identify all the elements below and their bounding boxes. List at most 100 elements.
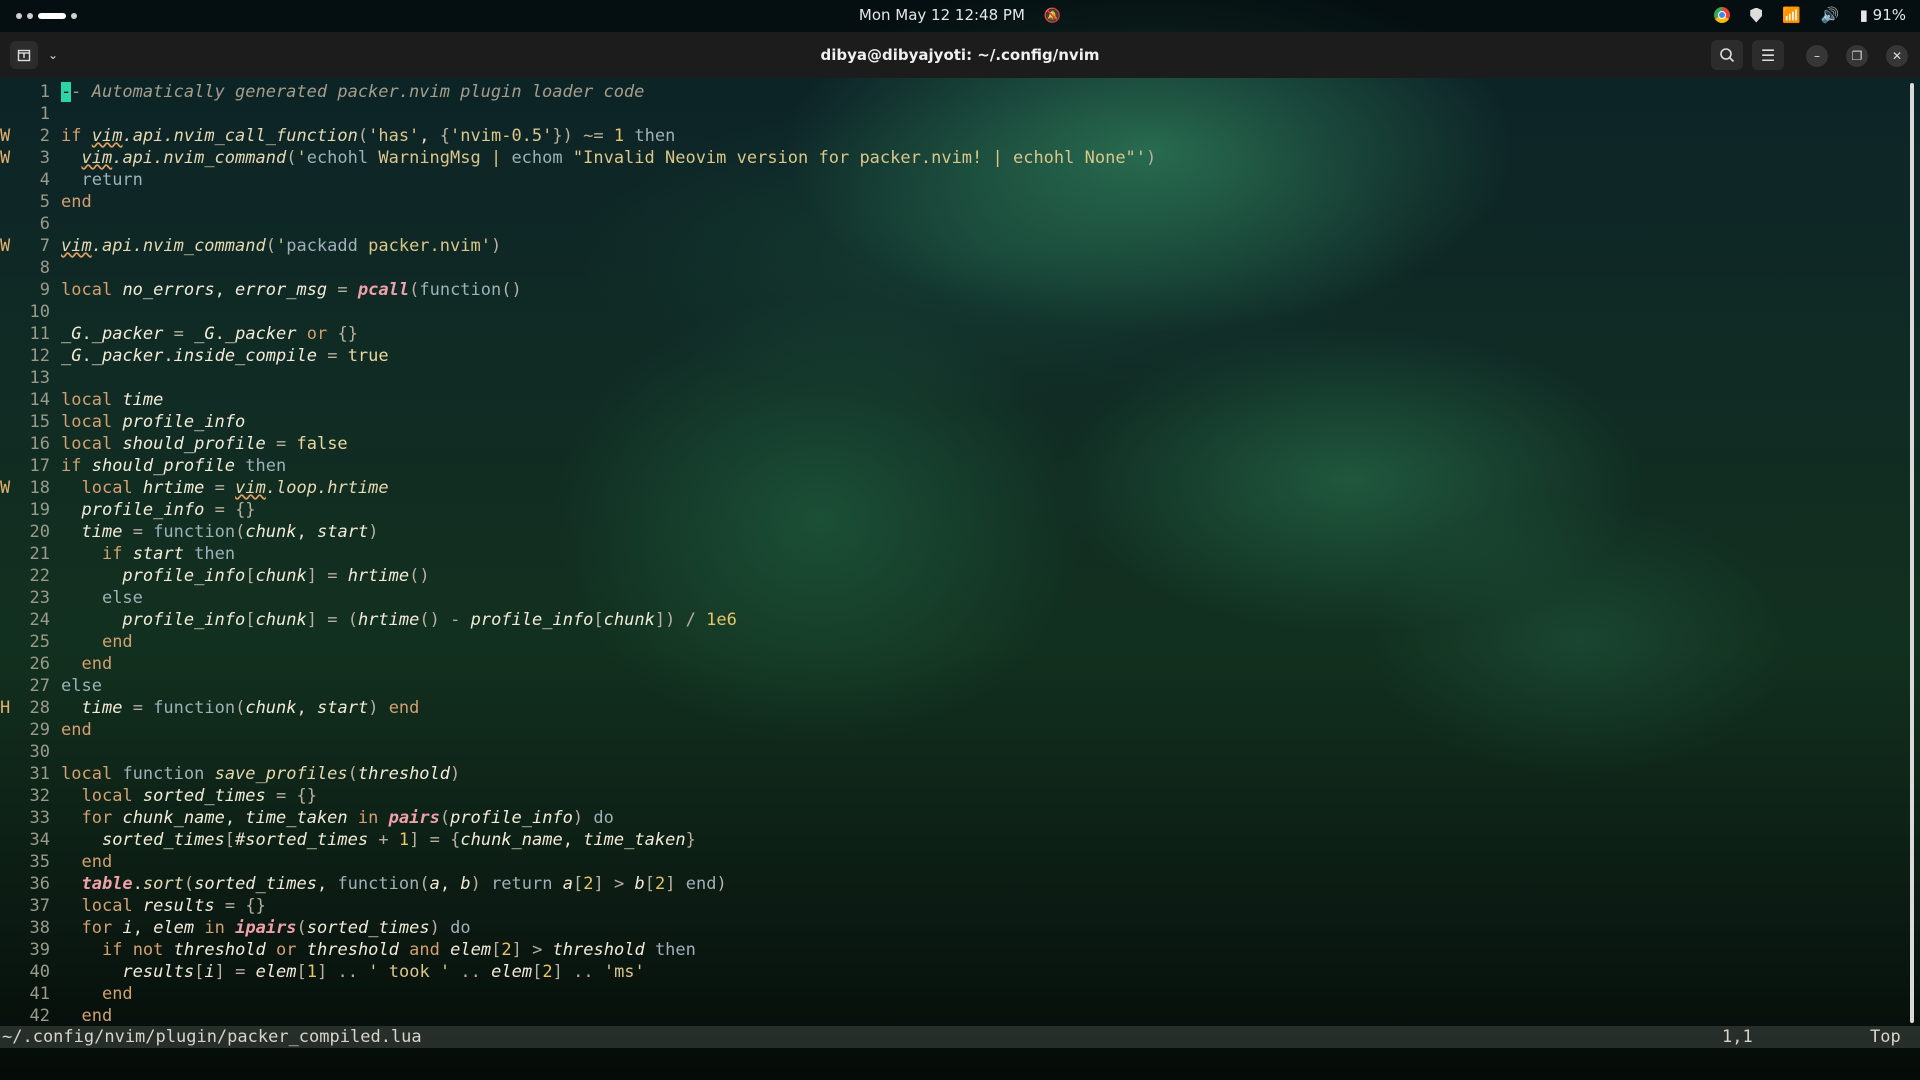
code-line[interactable]: 15 local profile_info [0,411,1900,433]
code-text[interactable]: profile_info[chunk] = hrtime() [61,565,429,587]
code-line[interactable]: W 3 vim.api.nvim_command('echohl WarningM… [0,147,1900,169]
code-line[interactable]: W 2 if vim.api.nvim_call_function('has', {… [0,125,1900,147]
code-line[interactable]: 39 if not threshold or threshold and ele… [0,939,1900,961]
code-text[interactable]: vim.api.nvim_command('packadd packer.nvi… [61,235,501,257]
code-text[interactable]: local results = {} [61,895,265,917]
code-text[interactable]: if not threshold or threshold and elem[2… [61,939,696,961]
code-text[interactable]: profile_info = {} [61,499,255,521]
code-line[interactable]: 42 end [0,1005,1900,1027]
code-line[interactable]: 8 [0,257,1900,279]
code-text[interactable]: end [61,983,133,1005]
code-line[interactable]: 19 profile_info = {} [0,499,1900,521]
code-text[interactable]: local hrtime = vim.loop.hrtime [61,477,388,499]
line-number: 26 [29,654,50,674]
code-line[interactable]: 4 return [0,169,1900,191]
battery-status[interactable]: ▮ 91% [1860,6,1906,24]
code-text[interactable]: end [61,653,112,675]
close-button[interactable]: ✕ [1886,45,1908,67]
code-text[interactable]: sorted_times[#sorted_times + 1] = {chunk… [61,829,696,851]
code-line[interactable]: 36 table.sort(sorted_times, function(a, … [0,873,1900,895]
code-text[interactable]: profile_info[chunk] = (hrtime() - profil… [61,609,736,631]
clock[interactable]: Mon May 12 12:48 PM 🔕 [0,6,1920,24]
code-line[interactable]: 20 time = function(chunk, start) [0,521,1900,543]
code-text[interactable]: time = function(chunk, start) [61,521,378,543]
status-line: ~/.config/nvim/plugin/packer_compiled.lu… [0,1026,1920,1048]
code-line[interactable]: 33 for chunk_name, time_taken in pairs(p… [0,807,1900,829]
code-text[interactable]: return [61,169,142,191]
line-number: 33 [29,808,50,828]
code-line[interactable]: 9 local no_errors, error_msg = pcall(func… [0,279,1900,301]
system-tray[interactable]: 📶 🔊 ▮ 91% [1714,6,1906,24]
main-menu-button[interactable]: ☰ [1752,40,1784,70]
code-text[interactable]: results[i] = elem[1] .. ' took ' .. elem… [61,961,644,983]
code-text[interactable]: if start then [61,543,235,565]
code-line[interactable]: 1 [0,103,1900,125]
code-line[interactable]: 5 end [0,191,1900,213]
code-line[interactable]: 6 [0,213,1900,235]
code-line[interactable]: 16 local should_profile = false [0,433,1900,455]
code-text[interactable]: _G._packer.inside_compile = true [61,345,389,367]
code-text[interactable]: local sorted_times = {} [61,785,317,807]
code-text[interactable]: local time [61,389,163,411]
code-line[interactable]: 14 local time [0,389,1900,411]
code-line[interactable]: H 28 time = function(chunk, start) end [0,697,1900,719]
code-line[interactable]: 27 else [0,675,1900,697]
code-text[interactable]: _G._packer = _G._packer or {} [61,323,358,345]
code-text[interactable]: local profile_info [61,411,245,433]
code-line[interactable]: 11 _G._packer = _G._packer or {} [0,323,1900,345]
code-line[interactable]: W 7 vim.api.nvim_command('packadd packer.n… [0,235,1900,257]
line-number: 11 [29,324,50,344]
code-line[interactable]: 17 if should_profile then [0,455,1900,477]
code-text[interactable]: for chunk_name, time_taken in pairs(prof… [61,807,613,829]
code-line[interactable]: 29 end [0,719,1900,741]
code-text[interactable]: for i, elem in ipairs(sorted_times) do [61,917,470,939]
wifi-icon[interactable]: 📶 [1782,6,1801,24]
code-text[interactable]: else [61,675,102,697]
code-line[interactable]: 30 [0,741,1900,763]
code-text[interactable]: end [61,719,92,741]
minimize-button[interactable]: – [1806,45,1828,67]
scrollbar[interactable] [1910,83,1914,1023]
code-line[interactable]: 26 end [0,653,1900,675]
code-line[interactable]: 35 end [0,851,1900,873]
code-text[interactable]: local should_profile = false [61,433,348,455]
code-line[interactable]: 12 _G._packer.inside_compile = true [0,345,1900,367]
chrome-icon[interactable] [1714,7,1731,23]
code-line[interactable]: 10 [0,301,1900,323]
code-line[interactable]: W 18 local hrtime = vim.loop.hrtime [0,477,1900,499]
code-text[interactable]: if should_profile then [61,455,286,477]
code-line[interactable]: 41 end [0,983,1900,1005]
volume-icon[interactable]: 🔊 [1821,6,1840,24]
code-text[interactable]: table.sort(sorted_times, function(a, b) … [61,873,726,895]
code-line[interactable]: 34 sorted_times[#sorted_times + 1] = {ch… [0,829,1900,851]
code-line[interactable]: 23 else [0,587,1900,609]
code-line[interactable]: 24 profile_info[chunk] = (hrtime() - pro… [0,609,1900,631]
shield-icon[interactable] [1750,7,1763,23]
code-line[interactable]: 25 end [0,631,1900,653]
editor-buffer[interactable]: 1 -- Automatically generated packer.nvim … [0,81,1908,1027]
code-text[interactable]: else [61,587,143,609]
code-line[interactable]: 13 [0,367,1900,389]
line-number: 21 [29,544,50,564]
code-text[interactable]: local function save_profiles(threshold) [61,763,460,785]
code-line[interactable]: 38 for i, elem in ipairs(sorted_times) d… [0,917,1900,939]
code-line[interactable]: 37 local results = {} [0,895,1900,917]
code-line[interactable]: 40 results[i] = elem[1] .. ' took ' .. e… [0,961,1900,983]
clock-datetime[interactable]: Mon May 12 12:48 PM [859,6,1025,24]
code-text[interactable]: end [61,1005,112,1027]
code-line[interactable]: 21 if start then [0,543,1900,565]
code-text[interactable]: time = function(chunk, start) end [61,697,419,719]
code-text[interactable]: vim.api.nvim_command('echohl WarningMsg … [61,147,1156,169]
code-line[interactable]: 31 local function save_profiles(threshold… [0,763,1900,785]
search-button[interactable] [1711,40,1743,70]
code-line[interactable]: 1 -- Automatically generated packer.nvim … [0,81,1900,103]
code-text[interactable]: end [61,851,112,873]
code-text[interactable]: -- Automatically generated packer.nvim p… [61,81,644,103]
code-text[interactable]: end [61,631,133,653]
code-text[interactable]: if vim.api.nvim_call_function('has', {'n… [61,125,675,147]
code-text[interactable]: local no_errors, error_msg = pcall(funct… [61,279,522,301]
code-line[interactable]: 32 local sorted_times = {} [0,785,1900,807]
code-text[interactable]: end [61,191,92,213]
maximize-button[interactable]: ❐ [1846,45,1868,67]
code-line[interactable]: 22 profile_info[chunk] = hrtime() [0,565,1900,587]
